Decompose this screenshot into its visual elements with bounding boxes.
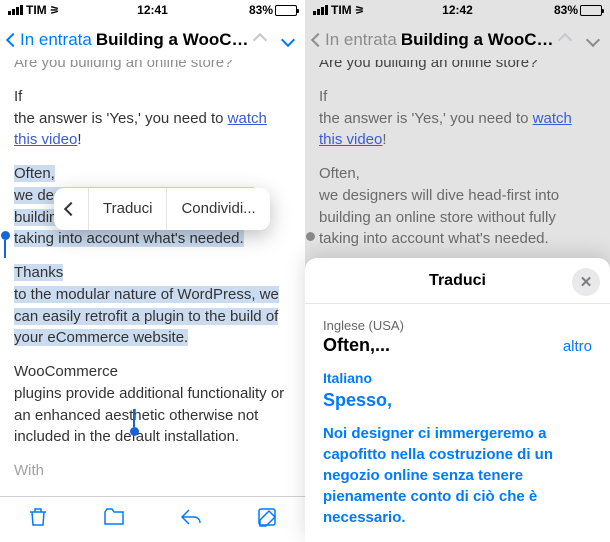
compose-button[interactable]: [255, 505, 279, 534]
chevron-left-icon: [311, 33, 325, 47]
context-menu-prev[interactable]: [54, 204, 88, 214]
back-button[interactable]: In entrata: [8, 30, 92, 50]
share-button[interactable]: Condividi...: [166, 188, 269, 230]
back-button[interactable]: In entrata: [313, 30, 397, 50]
selection-caret: [133, 409, 135, 427]
battery-percent: 83%: [554, 3, 578, 17]
carrier-label: TIM: [331, 3, 352, 17]
compose-icon: [255, 505, 279, 529]
trash-icon: [26, 505, 50, 529]
bottom-toolbar: [0, 496, 305, 542]
wifi-icon: ⚞: [355, 4, 365, 17]
prev-message-button[interactable]: [253, 33, 267, 47]
watch-link[interactable]: watch: [533, 110, 572, 127]
carrier-label: TIM: [26, 3, 47, 17]
target-lang-label: Italiano: [323, 370, 592, 386]
selection-caret: [4, 240, 6, 258]
mail-screen-right: TIM ⚞ 12:42 83% In entrata Building a Wo…: [305, 0, 610, 542]
source-lang-label: Inglese (USA): [323, 318, 592, 333]
reply-button[interactable]: [179, 505, 203, 534]
nav-bar: In entrata Building a WooCo...: [0, 20, 305, 60]
selection-handle-start: [306, 232, 315, 241]
signal-icon: [8, 5, 23, 15]
source-text: Often,...: [323, 335, 390, 356]
next-message-button[interactable]: [586, 33, 600, 47]
body-text: the answer is 'Yes,' you need to: [14, 110, 228, 127]
message-body[interactable]: Are you building an online store? If the…: [0, 60, 305, 496]
status-bar: TIM ⚞ 12:42 83%: [305, 0, 610, 20]
selection-handle-end[interactable]: [130, 427, 139, 436]
back-label: In entrata: [20, 30, 92, 50]
context-menu: Traduci Condividi...: [54, 188, 270, 230]
chevron-left-icon: [6, 33, 20, 47]
next-message-button[interactable]: [281, 33, 295, 47]
prev-message-button[interactable]: [558, 33, 572, 47]
close-icon: ✕: [580, 273, 593, 291]
watch-link[interactable]: watch: [228, 110, 267, 127]
body-text: !: [382, 131, 386, 148]
translation-text: Noi designer ci immergeremo a capofitto …: [323, 423, 592, 528]
body-text: we designers will dive head-first into b…: [319, 187, 559, 248]
status-bar: TIM ⚞ 12:41 83%: [0, 0, 305, 20]
body-text: !: [77, 131, 81, 148]
signal-icon: [313, 5, 328, 15]
body-text: WooCommerce: [14, 363, 118, 380]
close-button[interactable]: ✕: [572, 268, 600, 296]
battery-indicator: 83%: [554, 3, 602, 17]
chevron-left-icon: [64, 202, 78, 216]
wifi-icon: ⚞: [50, 4, 60, 17]
trash-button[interactable]: [26, 505, 50, 534]
clock: 12:41: [137, 3, 168, 17]
folder-icon: [102, 505, 126, 529]
clock: 12:42: [442, 3, 473, 17]
sheet-body: Inglese (USA) Often,... altro Italiano S…: [305, 304, 610, 542]
selection-handle-start[interactable]: [1, 231, 10, 240]
body-line: Are you building an online store?: [319, 60, 596, 74]
body-text: the answer is 'Yes,' you need to: [319, 110, 533, 127]
nav-bar: In entrata Building a WooCo...: [305, 20, 610, 60]
body-line: Are you building an online store?: [14, 60, 291, 74]
video-link[interactable]: this video: [319, 131, 382, 148]
target-word: Spesso,: [323, 390, 592, 411]
translate-sheet: Traduci ✕ Inglese (USA) Often,... altro …: [305, 258, 610, 542]
sheet-title: Traduci: [429, 272, 486, 290]
sheet-header: Traduci ✕: [305, 258, 610, 304]
body-text: If: [14, 88, 22, 105]
page-title: Building a WooCo...: [401, 30, 556, 50]
body-text: Often,: [319, 165, 360, 182]
battery-indicator: 83%: [249, 3, 297, 17]
body-line: With: [14, 460, 291, 482]
page-title: Building a WooCo...: [96, 30, 251, 50]
more-button[interactable]: altro: [563, 338, 592, 355]
video-link[interactable]: this video: [14, 131, 77, 148]
body-text: plugins provide additional functionality…: [14, 385, 284, 446]
folder-button[interactable]: [102, 505, 126, 534]
translate-button[interactable]: Traduci: [88, 188, 166, 230]
back-label: In entrata: [325, 30, 397, 50]
selected-text[interactable]: Thanks to the modular nature of WordPres…: [14, 264, 279, 346]
mail-screen-left: TIM ⚞ 12:41 83% In entrata Building a Wo…: [0, 0, 305, 542]
reply-icon: [179, 505, 203, 529]
body-text: If: [319, 88, 327, 105]
battery-percent: 83%: [249, 3, 273, 17]
